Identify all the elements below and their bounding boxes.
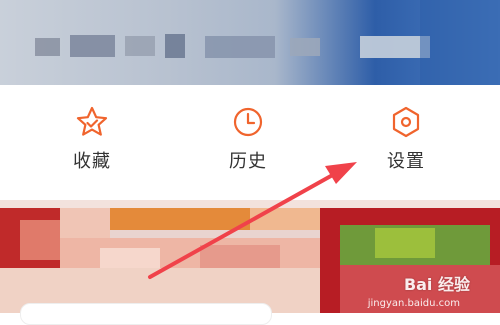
watermark-logo: Bai 经验 [403, 275, 470, 294]
clock-icon [233, 107, 263, 137]
nav-item-settings[interactable]: 设置 [356, 105, 456, 175]
watermark-url: jingyan.baidu.com [367, 298, 460, 309]
bottom-banner-image [0, 200, 500, 313]
nav-item-history[interactable]: 历史 [198, 105, 298, 175]
settings-hexagon-icon [392, 106, 420, 138]
star-icon [76, 106, 108, 136]
shortcut-row: 收藏 历史 设置 [0, 85, 500, 190]
top-banner-image [0, 0, 500, 85]
nav-label-favorites: 收藏 [73, 151, 111, 172]
nav-label-history: 历史 [229, 151, 267, 172]
nav-label-settings: 设置 [387, 151, 425, 172]
bottom-search-bar[interactable] [20, 303, 272, 325]
nav-item-favorites[interactable]: 收藏 [42, 105, 142, 175]
